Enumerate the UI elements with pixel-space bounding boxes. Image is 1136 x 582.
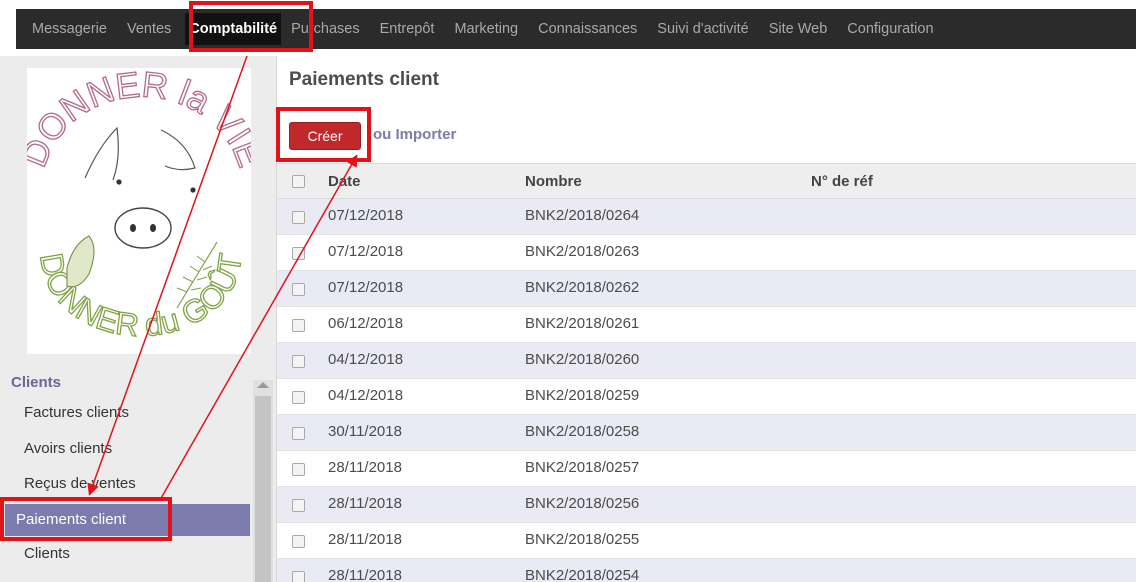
logo-text-top: DONNER la VIE bbox=[12, 63, 272, 173]
scroll-up-icon[interactable] bbox=[257, 382, 269, 388]
logo-text-bottom: DONNER du GOÛT bbox=[32, 250, 249, 344]
table-row[interactable]: 07/12/2018 BNK2/2018/0262 bbox=[277, 271, 1136, 307]
row-checkbox[interactable] bbox=[292, 463, 305, 476]
top-menu-bar: Messagerie Ventes Comptabilité Purchases… bbox=[0, 0, 1136, 56]
payments-table: Date Nombre N° de réf 07/12/2018 BNK2/201… bbox=[277, 163, 1136, 582]
cell-nombre: BNK2/2018/0259 bbox=[525, 387, 640, 404]
menu-configuration[interactable]: Configuration bbox=[847, 21, 933, 37]
row-checkbox[interactable] bbox=[292, 571, 305, 582]
cell-nombre: BNK2/2018/0262 bbox=[525, 279, 640, 296]
cell-date: 28/11/2018 bbox=[328, 531, 402, 548]
menu-entrepot[interactable]: Entrepôt bbox=[380, 21, 435, 37]
cell-date: 28/11/2018 bbox=[328, 567, 402, 582]
top-menu: Messagerie Ventes Comptabilité Purchases… bbox=[16, 9, 1136, 49]
row-checkbox[interactable] bbox=[292, 355, 305, 368]
cell-nombre: BNK2/2018/0260 bbox=[525, 351, 640, 368]
table-header: Date Nombre N° de réf bbox=[277, 163, 1136, 199]
menu-marketing[interactable]: Marketing bbox=[454, 21, 518, 37]
cell-nombre: BNK2/2018/0257 bbox=[525, 459, 640, 476]
svg-text:DONNER la VIE: DONNER la VIE bbox=[27, 68, 251, 172]
create-button[interactable]: Créer bbox=[289, 122, 361, 150]
menu-purchases[interactable]: Purchases bbox=[291, 21, 360, 37]
menu-ventes[interactable]: Ventes bbox=[127, 21, 171, 37]
cell-nombre: BNK2/2018/0261 bbox=[525, 315, 640, 332]
row-checkbox[interactable] bbox=[292, 211, 305, 224]
section-title-clients: Clients bbox=[11, 374, 62, 391]
sidebar-item-factures-clients[interactable]: Factures clients bbox=[24, 404, 129, 421]
cell-date: 07/12/2018 bbox=[328, 243, 404, 260]
table-row[interactable]: 07/12/2018 BNK2/2018/0264 bbox=[277, 199, 1136, 235]
pig-logo-icon: DONNER la VIE DONNER du GOÛT bbox=[12, 63, 272, 344]
cell-date: 07/12/2018 bbox=[328, 279, 404, 296]
cell-date: 30/11/2018 bbox=[328, 423, 402, 440]
table-row[interactable]: 28/11/2018 BNK2/2018/0255 bbox=[277, 523, 1136, 559]
table-row[interactable]: 28/11/2018 BNK2/2018/0254 bbox=[277, 559, 1136, 582]
table-row[interactable]: 28/11/2018 BNK2/2018/0256 bbox=[277, 487, 1136, 523]
menu-comptabilite[interactable]: Comptabilité bbox=[185, 13, 282, 45]
menu-site-web[interactable]: Site Web bbox=[769, 21, 828, 37]
company-logo[interactable]: DONNER la VIE DONNER du GOÛT bbox=[12, 63, 272, 354]
import-link[interactable]: ou Importer bbox=[373, 126, 456, 143]
table-row[interactable]: 06/12/2018 BNK2/2018/0261 bbox=[277, 307, 1136, 343]
sidebar-item-recus-ventes[interactable]: Reçus de ventes bbox=[24, 475, 136, 492]
scrollbar-thumb[interactable] bbox=[255, 396, 271, 582]
menu-connaissances[interactable]: Connaissances bbox=[538, 21, 637, 37]
cell-date: 28/11/2018 bbox=[328, 459, 402, 476]
main-content: Paiements client Créer ou Importer Date … bbox=[276, 56, 1136, 582]
cell-date: 04/12/2018 bbox=[328, 351, 404, 368]
row-checkbox[interactable] bbox=[292, 535, 305, 548]
sidebar-item-avoirs-clients[interactable]: Avoirs clients bbox=[24, 440, 112, 457]
cell-date: 28/11/2018 bbox=[328, 495, 402, 512]
column-header-ref[interactable]: N° de réf bbox=[811, 173, 873, 190]
table-row[interactable]: 04/12/2018 BNK2/2018/0260 bbox=[277, 343, 1136, 379]
sidebar-item-clients[interactable]: Clients bbox=[24, 545, 70, 562]
cell-nombre: BNK2/2018/0264 bbox=[525, 207, 640, 224]
cell-nombre: BNK2/2018/0255 bbox=[525, 531, 640, 548]
table-row[interactable]: 04/12/2018 BNK2/2018/0259 bbox=[277, 379, 1136, 415]
cell-nombre: BNK2/2018/0263 bbox=[525, 243, 640, 260]
cell-nombre: BNK2/2018/0256 bbox=[525, 495, 640, 512]
cell-date: 07/12/2018 bbox=[328, 207, 404, 224]
select-all-checkbox[interactable] bbox=[292, 175, 305, 188]
sidebar: DONNER la VIE DONNER du GOÛT bbox=[0, 56, 276, 582]
row-checkbox[interactable] bbox=[292, 427, 305, 440]
cell-date: 06/12/2018 bbox=[328, 315, 404, 332]
page-title: Paiements client bbox=[289, 69, 439, 90]
sidebar-item-paiements-client[interactable]: Paiements client bbox=[5, 504, 250, 536]
row-checkbox[interactable] bbox=[292, 283, 305, 296]
cell-nombre: BNK2/2018/0254 bbox=[525, 567, 640, 582]
row-checkbox[interactable] bbox=[292, 247, 305, 260]
cell-nombre: BNK2/2018/0258 bbox=[525, 423, 640, 440]
menu-suivi-activite[interactable]: Suivi d'activité bbox=[657, 21, 748, 37]
row-checkbox[interactable] bbox=[292, 391, 305, 404]
row-checkbox[interactable] bbox=[292, 319, 305, 332]
menu-messagerie[interactable]: Messagerie bbox=[32, 21, 107, 37]
table-row[interactable]: 30/11/2018 BNK2/2018/0258 bbox=[277, 415, 1136, 451]
svg-text:DONNER du GOÛT: DONNER du GOÛT bbox=[33, 250, 249, 343]
cell-date: 04/12/2018 bbox=[328, 387, 404, 404]
column-header-date[interactable]: Date bbox=[328, 173, 361, 190]
table-row[interactable]: 07/12/2018 BNK2/2018/0263 bbox=[277, 235, 1136, 271]
row-checkbox[interactable] bbox=[292, 499, 305, 512]
table-row[interactable]: 28/11/2018 BNK2/2018/0257 bbox=[277, 451, 1136, 487]
sidebar-scrollbar[interactable] bbox=[253, 380, 273, 582]
column-header-nombre[interactable]: Nombre bbox=[525, 173, 582, 190]
